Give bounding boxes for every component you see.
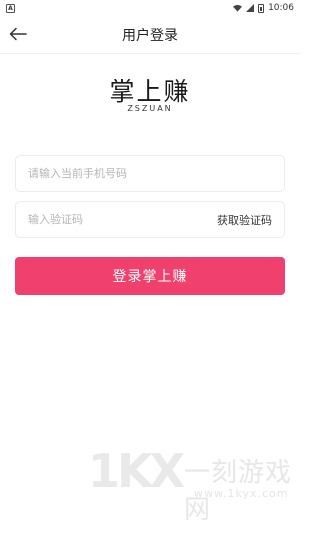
notification-icon: A bbox=[6, 3, 15, 13]
header: 用户登录 bbox=[0, 16, 300, 54]
watermark: 1KX 一刻游戏网 www.1kyx.com bbox=[88, 444, 300, 525]
verification-code-input[interactable] bbox=[28, 213, 178, 226]
status-left: A bbox=[6, 3, 15, 13]
watermark-logo: 1KX bbox=[88, 444, 185, 498]
app-logo-subtitle: ZSZUAN bbox=[127, 104, 173, 113]
phone-field bbox=[15, 155, 285, 192]
wifi-icon bbox=[233, 4, 243, 12]
phone-input[interactable] bbox=[28, 167, 272, 180]
status-time: 10:06 bbox=[268, 3, 294, 13]
signal-icon bbox=[246, 4, 255, 12]
login-screen: A 10:06 用户登录 掌上赚 ZSZUAN 获取验证码 bbox=[0, 0, 300, 535]
page-title: 用户登录 bbox=[122, 28, 178, 44]
app-logo-title: 掌上赚 bbox=[109, 77, 191, 106]
login-button[interactable]: 登录掌上赚 bbox=[15, 257, 285, 295]
verification-code-field: 获取验证码 bbox=[15, 201, 285, 238]
battery-icon bbox=[258, 3, 265, 13]
watermark-url: www.1kyx.com bbox=[194, 487, 289, 500]
get-code-button[interactable]: 获取验证码 bbox=[217, 212, 272, 228]
status-right: 10:06 bbox=[233, 3, 294, 13]
status-bar: A 10:06 bbox=[0, 0, 300, 16]
